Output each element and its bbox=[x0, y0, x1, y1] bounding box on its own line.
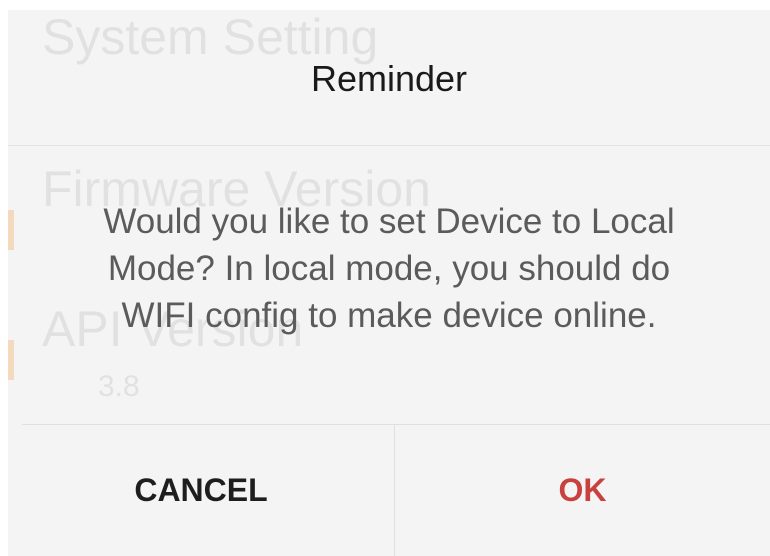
background-accent-mark bbox=[8, 210, 14, 250]
dialog-screen: System Setting Firmware Version API Vers… bbox=[8, 10, 770, 556]
background-accent-mark bbox=[8, 340, 14, 380]
dialog-title: Reminder bbox=[310, 58, 468, 99]
title-divider bbox=[8, 145, 770, 146]
dialog-message: Would you like to set Device to Local Mo… bbox=[103, 202, 675, 335]
background-api-value: 3.8 bbox=[98, 370, 140, 403]
cancel-button[interactable]: CANCEL bbox=[8, 425, 394, 556]
ok-button[interactable]: OK bbox=[395, 425, 770, 556]
